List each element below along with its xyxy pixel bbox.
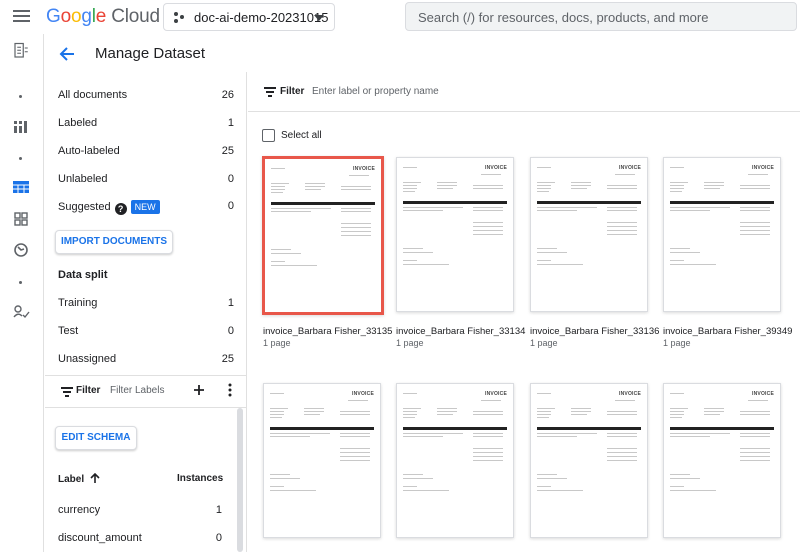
back-arrow-icon[interactable] — [58, 44, 78, 64]
label-row[interactable]: currency 1 — [58, 504, 222, 516]
label-instances: 1 — [215, 504, 222, 516]
label-column-header[interactable]: Label — [58, 472, 100, 485]
invoice-heading: INVOICE — [619, 165, 641, 171]
dropdown-arrow-icon — [314, 15, 324, 21]
invoice-preview: INVOICE — [537, 390, 641, 530]
split-count: 25 — [221, 353, 234, 365]
document-thumbnail[interactable]: INVOICE — [663, 157, 781, 312]
document-name[interactable]: invoice_Barbara Fisher_33136 — [530, 326, 659, 337]
stat-count: 0 — [227, 200, 234, 212]
stat-count: 26 — [221, 89, 234, 101]
invoice-preview: INVOICE — [271, 165, 375, 305]
edit-schema-button[interactable]: EDIT SCHEMA — [55, 426, 137, 450]
review-icon[interactable] — [12, 303, 30, 321]
document-thumbnail[interactable]: INVOICE — [262, 156, 384, 315]
invoice-heading: INVOICE — [352, 391, 374, 397]
left-nav-rail — [0, 34, 44, 552]
grid-icon[interactable] — [12, 210, 30, 228]
split-count: 0 — [227, 325, 234, 337]
stat-count: 25 — [221, 145, 234, 157]
search-placeholder: Search (/) for resources, docs, products… — [418, 10, 709, 25]
document-filter-bar: Filter Enter label or property name — [248, 72, 800, 112]
document-filter-input[interactable]: Enter label or property name — [312, 86, 439, 97]
document-name[interactable]: invoice_Barbara Fisher_33135 — [263, 326, 392, 337]
document-name[interactable]: invoice_Barbara Fisher_39349 — [663, 326, 792, 337]
evaluate-icon[interactable] — [12, 241, 30, 259]
split-test[interactable]: Test 0 — [58, 325, 234, 337]
filter-icon[interactable] — [61, 387, 73, 397]
stat-auto-labeled[interactable]: Auto-labeled 25 — [58, 145, 234, 157]
label-row[interactable]: discount_amount 0 — [58, 532, 222, 544]
help-icon[interactable]: ? — [114, 203, 127, 215]
invoice-preview: INVOICE — [403, 164, 507, 304]
project-name: doc-ai-demo-20231015 — [194, 10, 329, 25]
stat-labeled[interactable]: Labeled 1 — [58, 117, 234, 129]
page-title: Manage Dataset — [95, 45, 206, 62]
import-documents-button[interactable]: IMPORT DOCUMENTS — [55, 230, 173, 254]
workbench-icon[interactable] — [12, 118, 30, 136]
rail-separator-dot — [19, 281, 22, 284]
rail-separator-dot — [19, 95, 22, 98]
document-page-count: 1 page — [263, 338, 291, 348]
invoice-heading: INVOICE — [485, 391, 507, 397]
dataset-icon[interactable] — [12, 178, 30, 196]
invoice-heading: INVOICE — [619, 391, 641, 397]
document-page-count: 1 page — [396, 338, 424, 348]
invoice-heading: INVOICE — [752, 165, 774, 171]
rail-separator-dot — [19, 157, 22, 160]
scrollbar[interactable] — [237, 408, 243, 552]
invoice-preview: INVOICE — [537, 164, 641, 304]
add-label-icon[interactable] — [193, 384, 205, 396]
filter-icon[interactable] — [264, 87, 276, 97]
menu-icon[interactable] — [13, 10, 30, 23]
split-unassigned[interactable]: Unassigned 25 — [58, 353, 234, 365]
document-name[interactable]: invoice_Barbara Fisher_33134 — [396, 326, 525, 337]
stat-suggested[interactable]: Suggested? NEW 0 — [58, 200, 234, 215]
invoice-heading: INVOICE — [353, 166, 375, 172]
document-thumbnail[interactable]: INVOICE — [396, 157, 514, 312]
document-ai-icon[interactable] — [12, 42, 30, 60]
invoice-preview: INVOICE — [670, 164, 774, 304]
split-count: 1 — [227, 297, 234, 309]
document-thumbnail[interactable]: INVOICE — [530, 383, 648, 538]
document-thumbnail[interactable]: INVOICE — [396, 383, 514, 538]
document-thumbnail[interactable]: INVOICE — [663, 383, 781, 538]
invoice-preview: INVOICE — [270, 390, 374, 530]
more-vert-icon[interactable] — [227, 383, 233, 397]
document-thumbnail[interactable]: INVOICE — [530, 157, 648, 312]
stat-count: 0 — [227, 173, 234, 185]
filter-labels-input[interactable]: Filter Labels — [110, 385, 164, 396]
search-input[interactable]: Search (/) for resources, docs, products… — [405, 2, 797, 31]
document-thumbnail[interactable]: INVOICE — [263, 383, 381, 538]
instances-column-header: Instances — [177, 473, 224, 484]
invoice-preview: INVOICE — [670, 390, 774, 530]
select-all-label: Select all — [281, 130, 322, 141]
split-training[interactable]: Training 1 — [58, 297, 234, 309]
stat-all-documents[interactable]: All documents 26 — [58, 89, 234, 101]
invoice-preview: INVOICE — [403, 390, 507, 530]
document-page-count: 1 page — [530, 338, 558, 348]
label-instances: 0 — [215, 532, 222, 544]
sort-ascending-icon[interactable] — [90, 472, 100, 484]
label-filter-label: Filter — [76, 385, 101, 396]
new-badge: NEW — [130, 200, 160, 214]
label-filter-bar: Filter Filter Labels — [45, 376, 247, 408]
invoice-heading: INVOICE — [485, 165, 507, 171]
stat-unlabeled[interactable]: Unlabeled 0 — [58, 173, 234, 185]
stat-count: 1 — [227, 117, 234, 129]
project-selector[interactable]: doc-ai-demo-20231015 — [163, 3, 335, 31]
invoice-heading: INVOICE — [752, 391, 774, 397]
divider — [45, 407, 247, 408]
google-cloud-logo[interactable]: Google Cloud — [46, 6, 160, 28]
document-filter-label: Filter — [280, 86, 305, 97]
document-page-count: 1 page — [663, 338, 691, 348]
project-icon — [174, 12, 186, 24]
dataset-side-panel: All documents 26 Labeled 1 Auto-labeled … — [45, 72, 247, 552]
data-split-title: Data split — [58, 269, 108, 281]
select-all-checkbox[interactable] — [262, 129, 275, 142]
top-bar: Google Cloud doc-ai-demo-20231015 Search… — [0, 0, 800, 34]
